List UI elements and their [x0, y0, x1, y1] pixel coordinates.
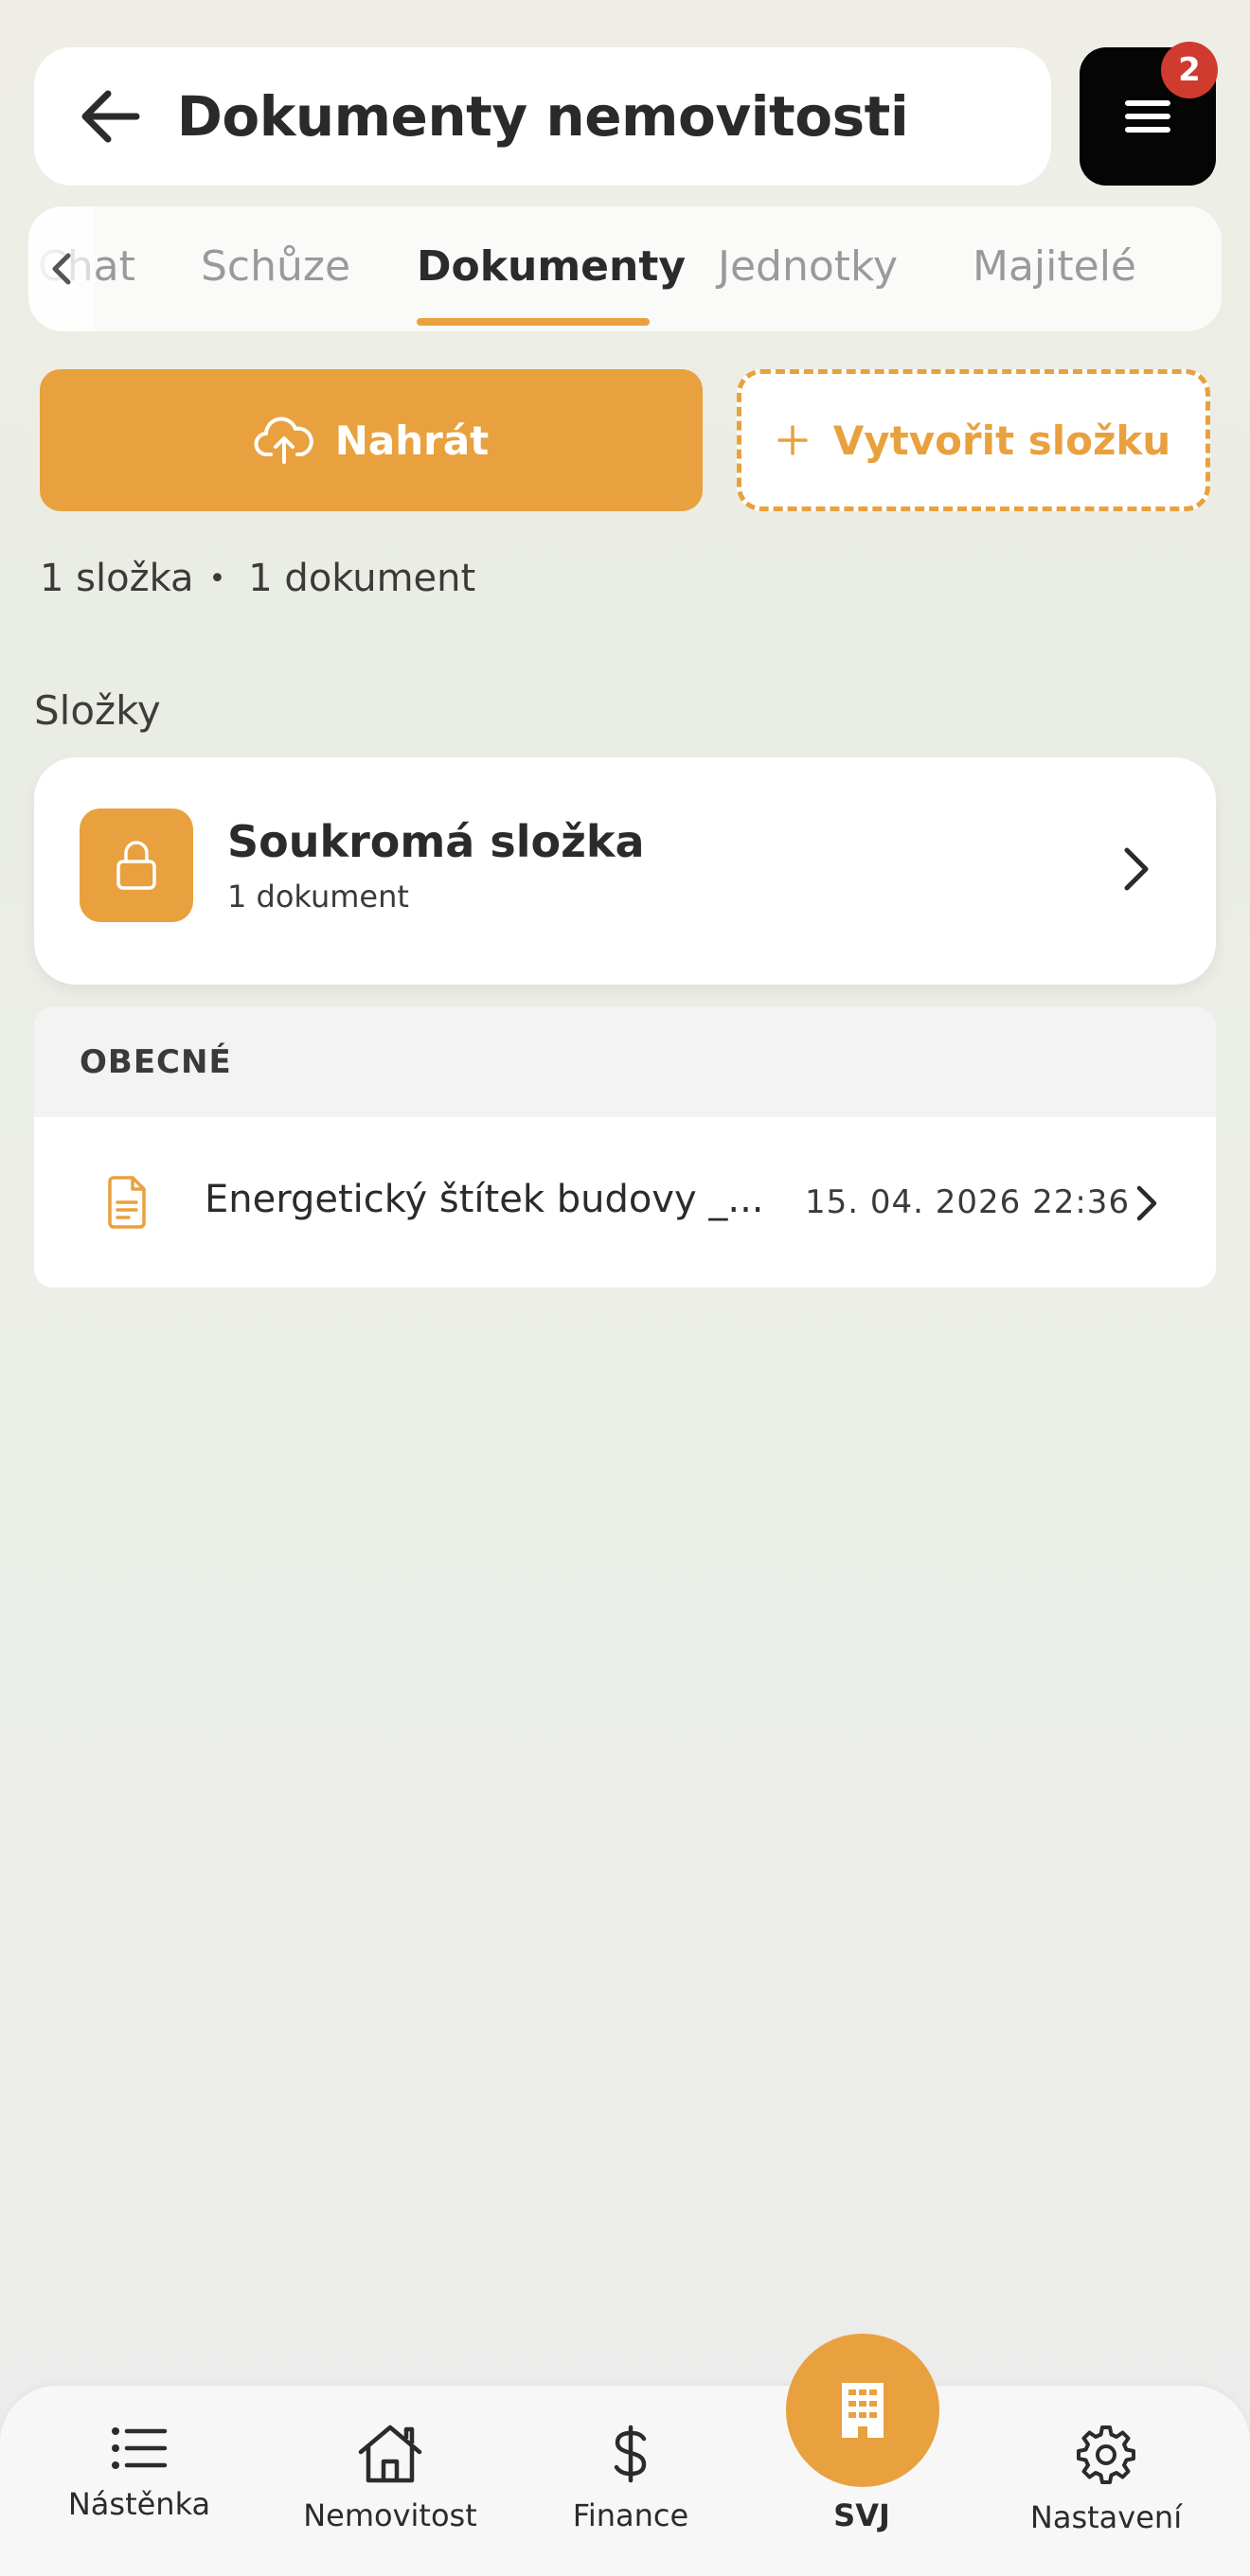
document-date: 15. 04. 2026 22:36 — [805, 1183, 1131, 1221]
nav-item-finance[interactable]: Finance — [527, 2424, 735, 2533]
header-bar: Dokumenty nemovitosti — [34, 47, 1051, 186]
nav-item-svj[interactable]: SVJ — [758, 2484, 966, 2533]
nav-label-nastenka: Nástěnka — [67, 2486, 211, 2522]
gear-icon — [1077, 2425, 1135, 2484]
nav-item-nastaveni[interactable]: Nastavení — [1002, 2424, 1210, 2535]
general-section-header: OBECNÉ — [34, 1007, 1216, 1117]
document-icon — [108, 1176, 146, 1229]
svj-fab-button[interactable] — [786, 2334, 939, 2487]
folder-card[interactable]: Soukromá složka 1 dokument — [34, 757, 1216, 985]
nav-item-nemovitost[interactable]: Nemovitost — [286, 2424, 494, 2533]
plus-icon — [777, 425, 808, 455]
arrow-left-icon — [81, 90, 140, 143]
dollar-icon — [614, 2425, 647, 2483]
document-count-text: 1 dokument — [248, 557, 476, 600]
nav-label-nastaveni: Nastavení — [1029, 2499, 1183, 2535]
home-icon — [358, 2425, 422, 2483]
folders-section-label: Složky — [34, 687, 161, 734]
nav-label-finance: Finance — [572, 2497, 689, 2533]
nav-item-nastenka[interactable]: Nástěnka — [35, 2424, 243, 2522]
cloud-upload-icon — [254, 417, 313, 464]
document-name: Energetický štítek budovy _... — [205, 1178, 764, 1221]
tab-schuze[interactable]: Schůze — [201, 242, 350, 291]
lock-icon — [116, 841, 156, 890]
item-counts: 1 složka • 1 dokument — [40, 557, 475, 600]
upload-button[interactable]: Nahrát — [40, 369, 703, 511]
bottom-navigation: Nástěnka Nemovitost Finance SVJ Nastaven… — [0, 2386, 1250, 2576]
create-folder-button[interactable]: Vytvořit složku — [737, 369, 1210, 511]
building-icon — [842, 2383, 884, 2438]
chevron-right-icon — [1124, 847, 1149, 891]
separator-dot: • — [208, 561, 226, 595]
notification-badge: 2 — [1161, 42, 1218, 98]
nav-label-svj: SVJ — [833, 2497, 890, 2533]
back-button[interactable] — [72, 79, 148, 154]
folder-name: Soukromá složka — [227, 816, 645, 867]
chevron-left-icon — [52, 253, 71, 285]
tab-dokumenty[interactable]: Dokumenty — [417, 242, 686, 291]
tab-majitele[interactable]: Majitelé — [973, 242, 1136, 291]
menu-icon — [1125, 100, 1170, 133]
active-tab-indicator — [417, 318, 650, 326]
document-row[interactable]: Energetický štítek budovy _... 15. 04. 2… — [34, 1117, 1216, 1288]
list-icon — [112, 2427, 168, 2469]
folder-document-count: 1 dokument — [227, 879, 409, 915]
folder-icon-box — [80, 808, 193, 922]
nav-label-nemovitost: Nemovitost — [303, 2497, 477, 2533]
page-title: Dokumenty nemovitosti — [176, 84, 909, 149]
folder-count-text: 1 složka — [40, 557, 194, 600]
chevron-right-icon — [1136, 1185, 1157, 1221]
general-documents-card: OBECNÉ Energetický štítek budovy _... 15… — [34, 1007, 1216, 1288]
tab-jednotky[interactable]: Jednotky — [718, 242, 898, 291]
upload-label: Nahrát — [334, 417, 490, 464]
tabs-scroll-left-button[interactable] — [28, 206, 95, 331]
tabs-bar: Chat Schůze Dokumenty Jednotky Majitelé — [28, 206, 1222, 331]
create-folder-label: Vytvořit složku — [832, 417, 1171, 464]
